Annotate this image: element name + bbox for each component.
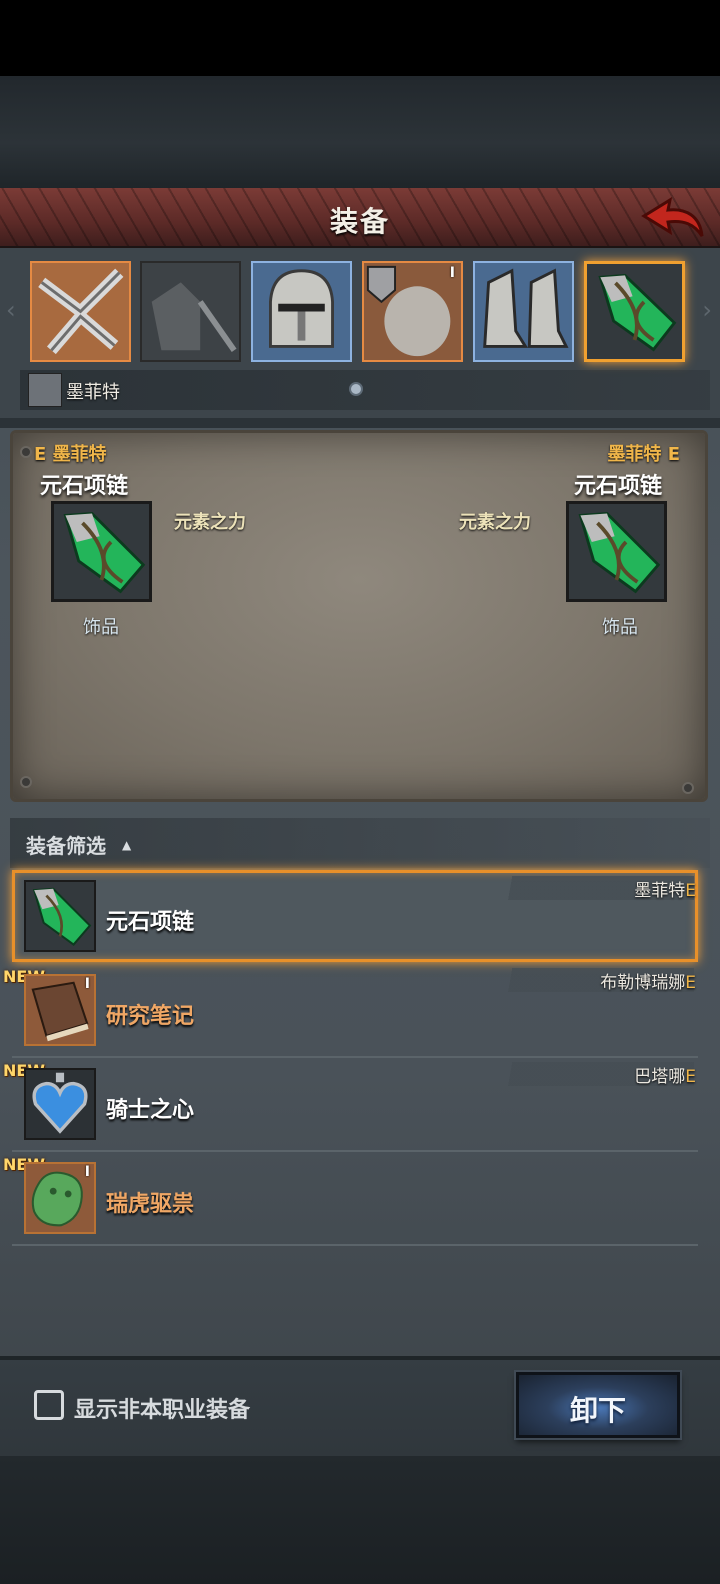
compare-left-item bbox=[51, 501, 152, 602]
filter-bar[interactable] bbox=[10, 818, 710, 868]
compare-right-name: 元石项链 bbox=[574, 474, 663, 499]
page-indicator bbox=[349, 382, 363, 396]
item-name: 骑士之心 bbox=[106, 1098, 195, 1123]
item-icon: I bbox=[24, 1162, 96, 1234]
necklace-icon bbox=[26, 882, 94, 950]
slot-accessory[interactable]: I bbox=[362, 261, 463, 362]
compare-right-item bbox=[566, 501, 667, 602]
top-backdrop bbox=[0, 76, 720, 188]
armor-icon bbox=[142, 263, 239, 360]
necklace-icon bbox=[587, 264, 682, 359]
caret-up-icon[interactable]: ▲ bbox=[122, 838, 131, 852]
compare-left-attr: 元素之力 bbox=[174, 512, 246, 533]
tier-label: I bbox=[449, 265, 455, 281]
chevron-left-icon[interactable]: ‹ bbox=[6, 296, 16, 324]
checkbox-label[interactable]: 显示非本职业装备 bbox=[74, 1392, 250, 1424]
weapon-icon bbox=[32, 263, 129, 360]
slot-boots[interactable] bbox=[473, 261, 574, 362]
avatar bbox=[28, 373, 62, 407]
bottom-backdrop bbox=[0, 1456, 720, 1584]
compare-right-owner: 墨菲特 E bbox=[607, 444, 680, 465]
back-arrow-icon[interactable] bbox=[640, 196, 706, 242]
slot-armor[interactable] bbox=[140, 261, 241, 362]
item-name: 研究笔记 bbox=[106, 1004, 195, 1029]
necklace-icon bbox=[569, 504, 664, 599]
slot-helmet[interactable] bbox=[251, 261, 352, 362]
compare-left-owner: E 墨菲特 bbox=[34, 444, 107, 465]
item-icon bbox=[24, 880, 96, 952]
title-bar: 装备 bbox=[0, 188, 720, 248]
compare-left-type: 饰品 bbox=[83, 617, 119, 638]
accessory-icon bbox=[364, 263, 461, 360]
chevron-right-icon[interactable]: › bbox=[702, 296, 712, 324]
filter-label[interactable]: 装备筛选 bbox=[26, 830, 106, 859]
item-owner: 墨菲特E bbox=[634, 881, 696, 901]
slot-necklace[interactable] bbox=[584, 261, 685, 362]
status-bar-area bbox=[0, 0, 720, 76]
unequip-button[interactable]: 卸下 bbox=[516, 1372, 680, 1438]
page-title: 装备 bbox=[329, 205, 390, 238]
hero-name: 墨菲特 bbox=[66, 382, 120, 403]
item-owner: 布勒博瑞娜E bbox=[600, 973, 696, 993]
item-owner: 巴塔哪E bbox=[634, 1067, 696, 1087]
compare-right-attr: 元素之力 bbox=[459, 512, 531, 533]
item-name: 瑞虎驱祟 bbox=[106, 1192, 195, 1217]
item-name: 元石项链 bbox=[106, 910, 195, 935]
item-icon bbox=[24, 1068, 96, 1140]
show-other-class-checkbox[interactable] bbox=[34, 1390, 64, 1420]
necklace-icon bbox=[54, 504, 149, 599]
helmet-icon bbox=[253, 263, 350, 360]
item-icon: I bbox=[24, 974, 96, 1046]
boots-icon bbox=[475, 263, 572, 360]
compare-left-name: 元石项链 bbox=[40, 474, 129, 499]
slot-weapon[interactable] bbox=[30, 261, 131, 362]
compare-right-type: 饰品 bbox=[602, 617, 638, 638]
heart-amulet-icon bbox=[26, 1070, 94, 1138]
